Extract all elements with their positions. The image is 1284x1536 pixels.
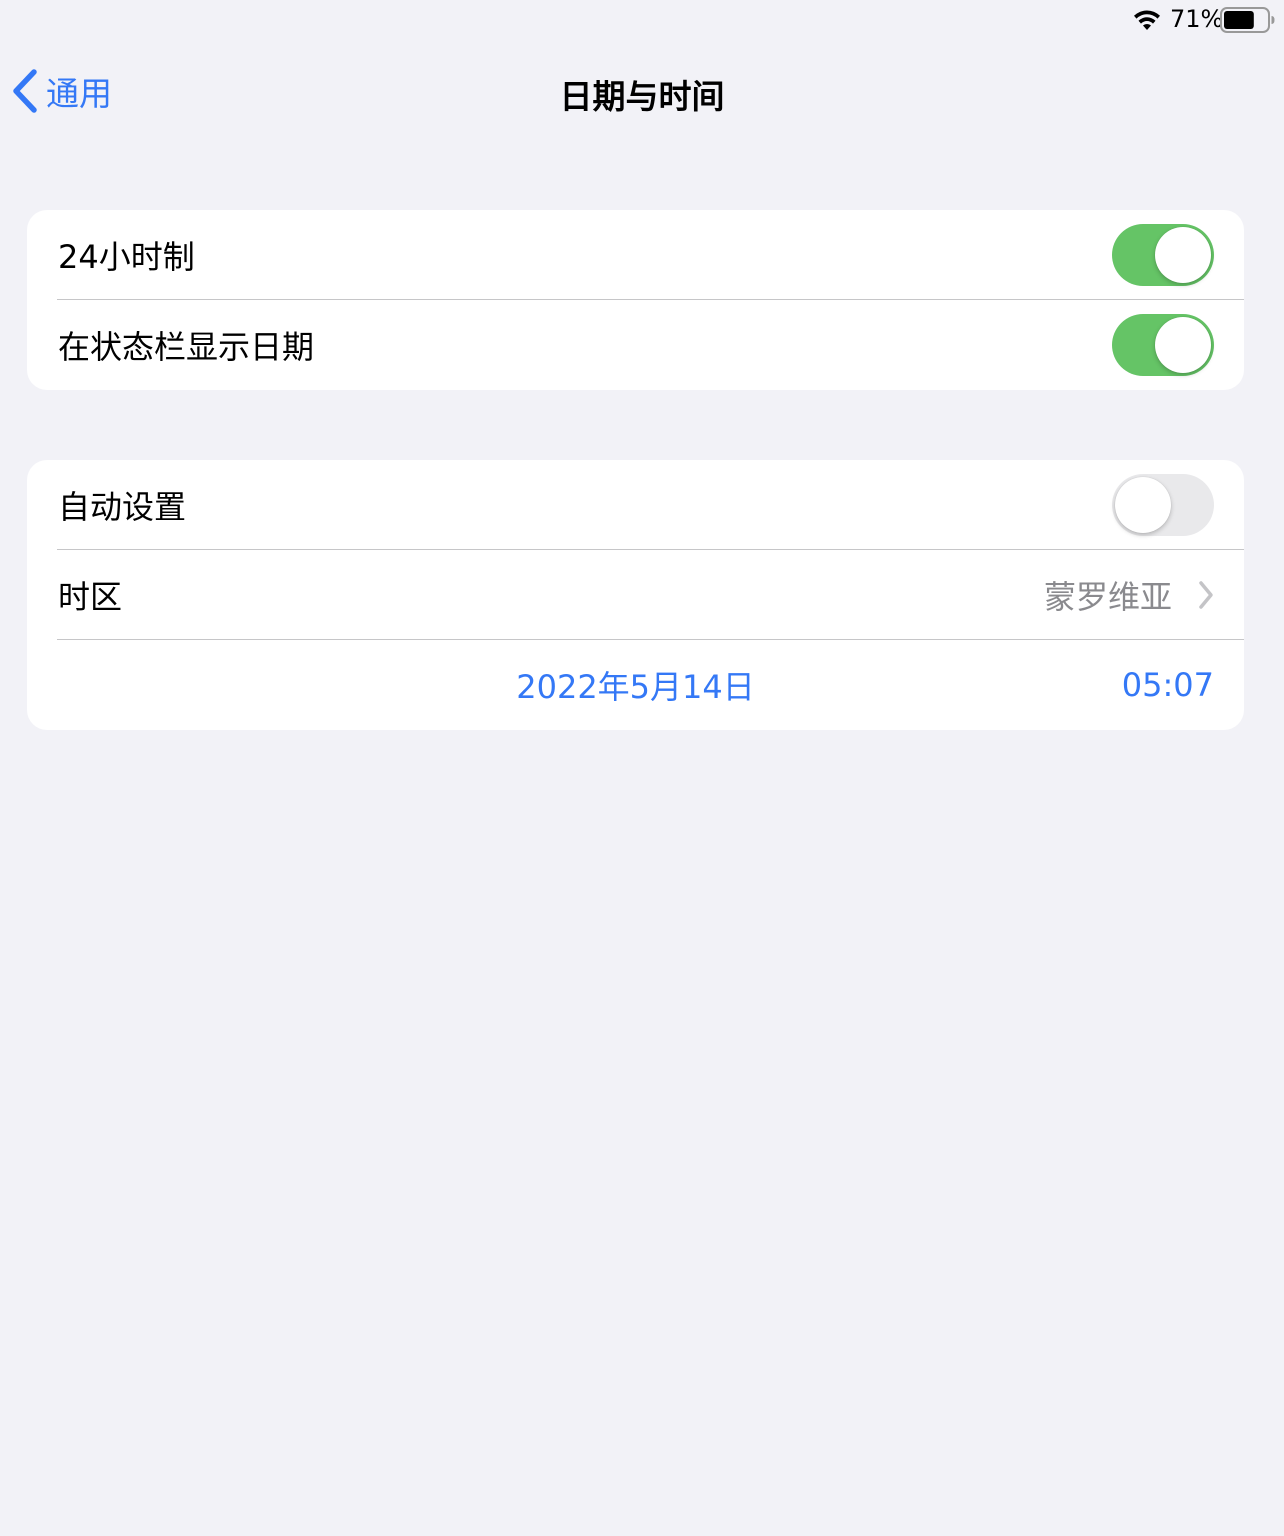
toggle-knob xyxy=(1115,477,1171,533)
row-label-set-automatically: 自动设置 xyxy=(58,488,187,526)
status-bar: 71% xyxy=(0,0,1284,40)
row-24-hour-time: 24小时制 xyxy=(27,210,1244,300)
navigation-bar: 通用 日期与时间 xyxy=(0,44,1284,136)
settings-group-datetime: 自动设置 时区 蒙罗维亚 2022年5月14日 05:07 xyxy=(27,460,1244,730)
time-value[interactable]: 05:07 xyxy=(1122,666,1214,704)
wifi-icon xyxy=(1134,10,1160,30)
time-zone-value: 蒙罗维亚 xyxy=(1043,578,1172,616)
date-value[interactable]: 2022年5月14日 xyxy=(27,662,1244,708)
row-set-automatically: 自动设置 xyxy=(27,460,1244,550)
toggle-show-date-in-status-bar[interactable] xyxy=(1112,314,1214,376)
toggle-knob xyxy=(1155,317,1211,373)
row-label-show-date-in-status-bar: 在状态栏显示日期 xyxy=(58,328,315,366)
page-title: 日期与时间 xyxy=(559,77,725,116)
toggle-24-hour-time[interactable] xyxy=(1112,224,1214,286)
row-label-time-zone: 时区 xyxy=(58,578,123,616)
battery-percentage: 71% xyxy=(1170,5,1224,33)
row-date-time: 2022年5月14日 05:07 xyxy=(27,640,1244,730)
toggle-set-automatically[interactable] xyxy=(1112,474,1214,536)
toggle-knob xyxy=(1155,227,1211,283)
row-show-date-in-status-bar: 在状态栏显示日期 xyxy=(27,300,1244,390)
settings-group-display: 24小时制 在状态栏显示日期 xyxy=(27,210,1244,390)
battery-icon xyxy=(1220,7,1275,33)
row-time-zone[interactable]: 时区 蒙罗维亚 xyxy=(27,550,1244,640)
row-label-24-hour-time: 24小时制 xyxy=(58,238,195,276)
chevron-right-icon xyxy=(1199,581,1213,609)
